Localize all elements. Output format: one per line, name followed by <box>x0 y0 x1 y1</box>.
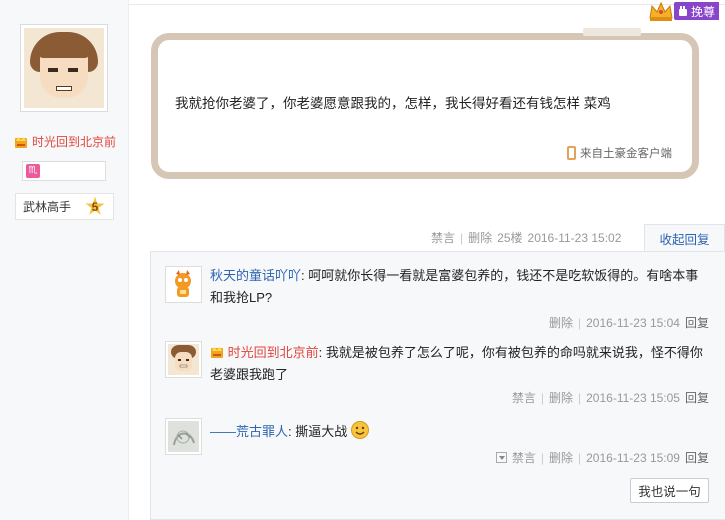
crown-icon <box>649 1 673 21</box>
sketch-avatar-image <box>168 421 199 452</box>
reply-link[interactable]: 回复 <box>685 449 709 466</box>
ban-link[interactable]: 禁言 <box>512 389 536 406</box>
colon: : <box>301 268 305 283</box>
delete-link[interactable]: 删除 <box>468 229 492 246</box>
separator: | <box>540 390 544 405</box>
separator: | <box>460 230 464 245</box>
separator: | <box>578 315 582 330</box>
collapse-replies-button[interactable]: 收起回复 <box>644 224 725 252</box>
reply-timestamp: 2016-11-23 15:04 <box>586 315 680 330</box>
reply-username[interactable]: 时光回到北京前 <box>228 345 319 360</box>
top-divider <box>129 4 725 5</box>
avatar-image <box>171 345 196 371</box>
reply-meta: 删除 | 2016-11-23 15:04 回复 <box>549 314 709 331</box>
crown-icon <box>211 347 223 358</box>
reply-link[interactable]: 回复 <box>685 389 709 406</box>
level-title: 武林高手 <box>23 200 72 214</box>
reply-avatar[interactable] <box>165 418 202 455</box>
separator: | <box>578 450 582 465</box>
reply-timestamp: 2016-11-23 15:09 <box>586 450 680 465</box>
dropdown-icon[interactable] <box>495 452 507 463</box>
reply-text-block: 时光回到北京前: 我就是被包养了怎么了呢，你有被包养的命吗就来说我，怪不得你老婆… <box>210 342 710 386</box>
floor-number: 25楼 <box>497 231 523 245</box>
colon: : <box>288 424 292 439</box>
reply-text-block: ——荒古罪人: 撕逼大战 <box>210 421 710 443</box>
ban-link[interactable]: 禁言 <box>431 229 455 246</box>
reply-timestamp: 2016-11-23 15:05 <box>586 390 680 405</box>
post-meta: 禁言 | 删除 25楼 2016-11-23 15:02 <box>431 229 621 246</box>
separator: | <box>578 390 582 405</box>
reply-meta: 禁言 | 删除 | 2016-11-23 15:05 回复 <box>512 389 709 406</box>
post-timestamp: 2016-11-23 15:02 <box>527 230 622 245</box>
author-avatar[interactable] <box>20 24 108 112</box>
ban-link[interactable]: 禁言 <box>512 449 536 466</box>
avatar-image <box>24 28 104 108</box>
delete-link[interactable]: 删除 <box>549 314 573 331</box>
reply-content: 撕逼大战 <box>295 424 348 439</box>
author-name[interactable]: 时光回到北京前 <box>32 133 116 150</box>
hot-label: 挽尊 <box>674 2 720 20</box>
separator: | <box>540 450 544 465</box>
bubble-decoration <box>583 28 641 36</box>
client-source[interactable]: 来自土豪金客户端 <box>567 145 672 161</box>
smile-emoji-icon <box>350 421 369 439</box>
delete-link[interactable]: 删除 <box>549 449 573 466</box>
reply-text-block: 秋天的童话吖吖: 呵呵就你长得一看就是富婆包养的，钱还不是吃软饭得的。有啥本事和… <box>210 265 710 309</box>
reply-avatar[interactable] <box>165 341 202 378</box>
reply-username[interactable]: 秋天的童话吖吖 <box>210 268 301 283</box>
reply-avatar[interactable] <box>165 266 202 303</box>
post-page: 时光回到北京前 ♏ 武林高手 5 挽尊 我就抢你老婆了，你老婆愿意跟我的，怎样，… <box>0 0 725 520</box>
colon: : <box>318 345 323 360</box>
say-something-button[interactable]: 我也说一句 <box>630 478 709 503</box>
delete-link[interactable]: 删除 <box>549 389 573 406</box>
scorpio-badge-icon: ♏ <box>26 164 40 178</box>
reply-meta: 禁言 | 删除 | 2016-11-23 15:09 回复 <box>495 449 709 466</box>
crown-icon <box>15 136 27 148</box>
author-name-row[interactable]: 时光回到北京前 <box>14 133 116 150</box>
hot-badge[interactable]: 挽尊 <box>648 0 725 22</box>
level-star-icon: 5 <box>85 196 105 215</box>
dragon-avatar-image <box>175 270 191 297</box>
post-content: 我就抢你老婆了，你老婆愿意跟我的，怎样，我长得好看还有钱怎样 菜鸡 <box>175 96 611 111</box>
hand-icon <box>679 6 687 16</box>
hot-label-text: 挽尊 <box>691 4 716 19</box>
author-level[interactable]: 武林高手 5 <box>15 193 114 220</box>
author-badge[interactable]: ♏ <box>22 161 106 181</box>
reply-username[interactable]: ——荒古罪人 <box>210 424 288 439</box>
reply-link[interactable]: 回复 <box>685 314 709 331</box>
client-label: 来自土豪金客户端 <box>580 148 672 160</box>
phone-icon <box>567 146 576 160</box>
